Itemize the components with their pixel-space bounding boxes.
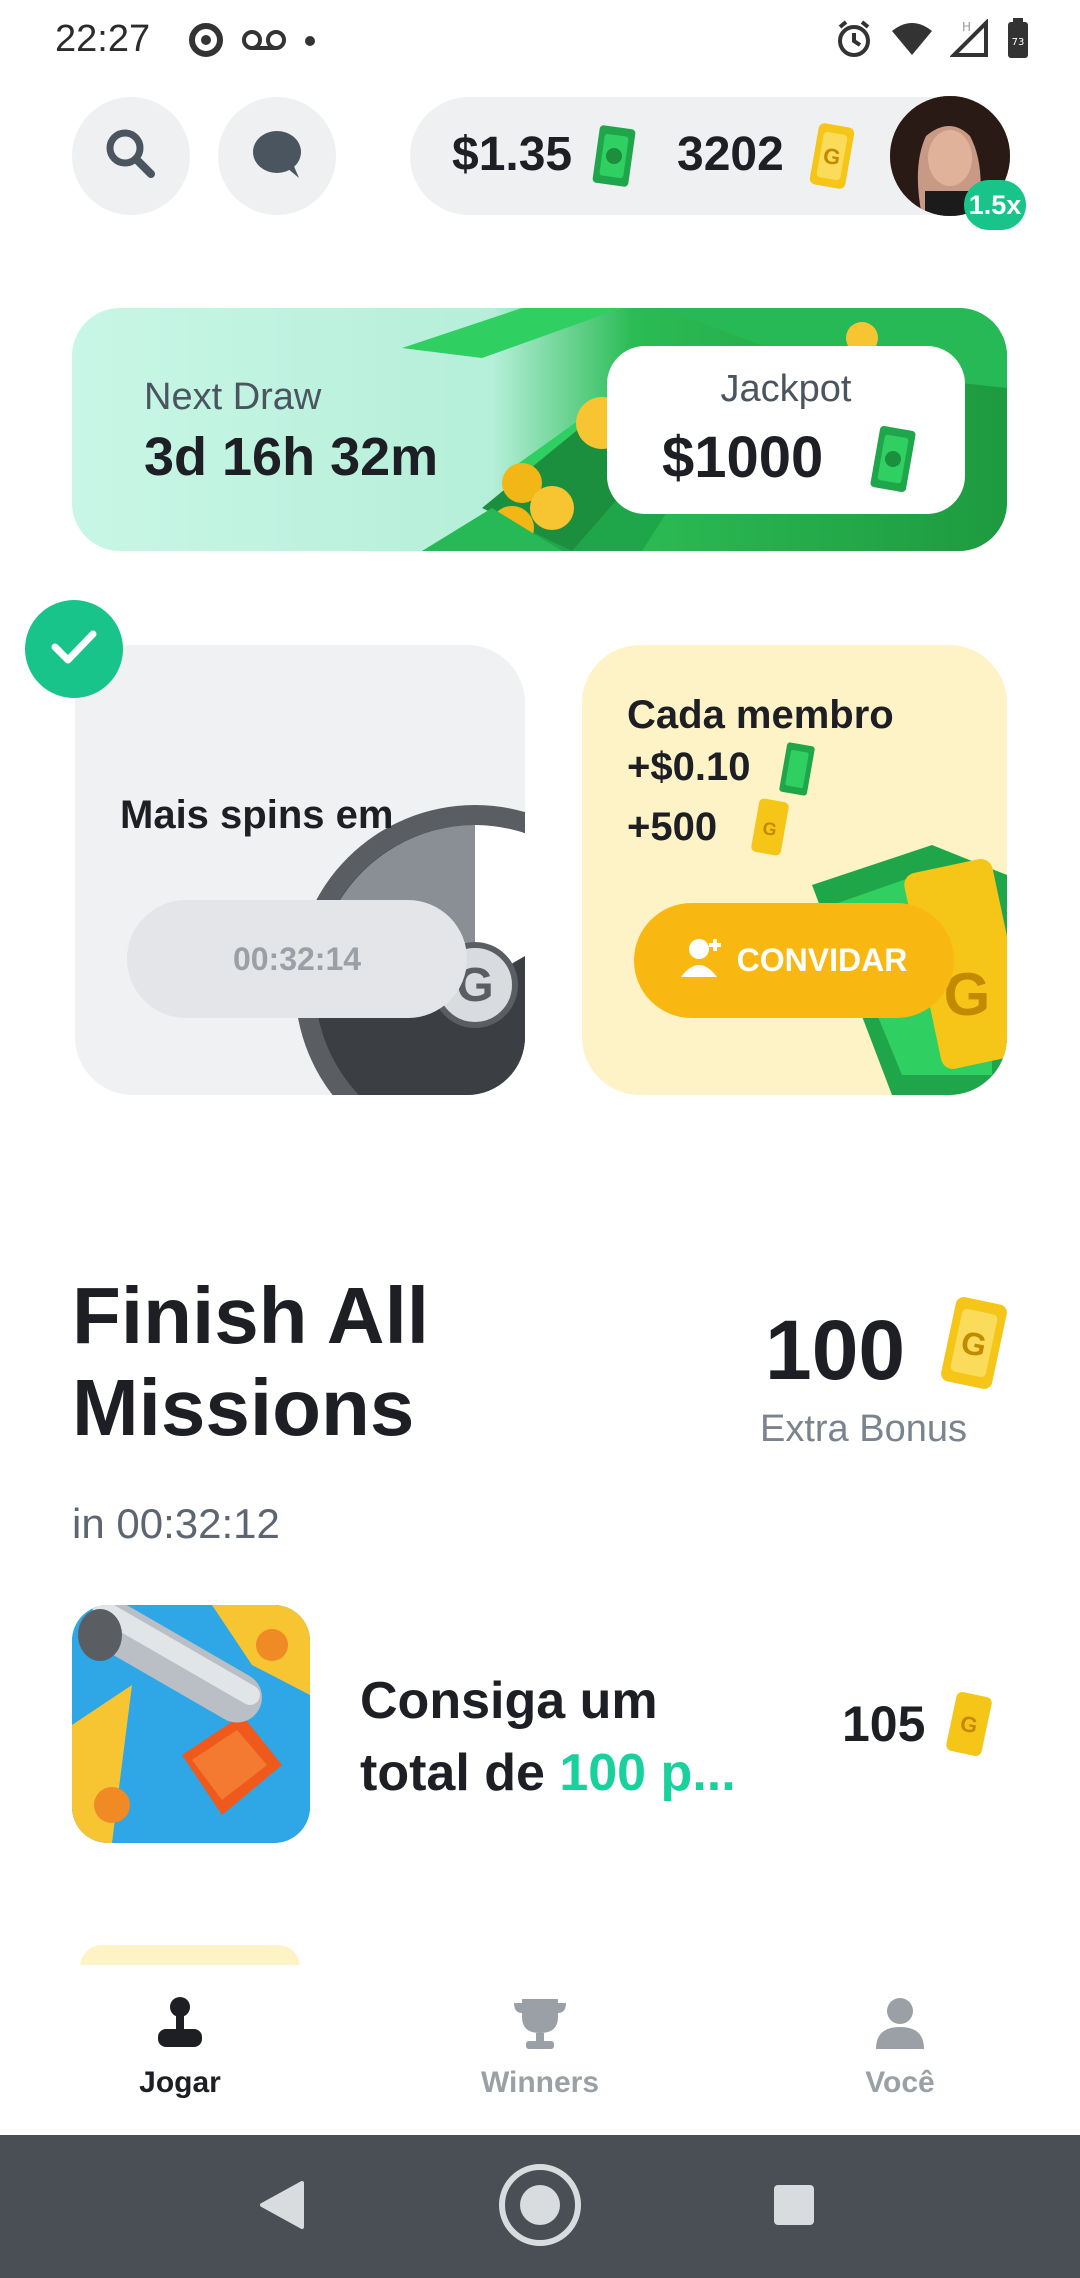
spin-card[interactable]: G Mais spins em 00:32:14 — [75, 645, 525, 1095]
cash-balance: $1.35 — [452, 128, 573, 181]
invite-button[interactable]: CONVIDAR — [634, 903, 954, 1018]
chat-bubble-icon — [247, 124, 307, 189]
home-button[interactable] — [496, 2163, 584, 2251]
cell-signal-icon: H — [949, 18, 990, 64]
alarm-icon — [834, 19, 874, 64]
invite-card[interactable]: G Cada membro +$0.10 +500 G CONVIDAR — [582, 645, 1007, 1095]
wifi-icon — [890, 21, 934, 62]
search-icon — [101, 124, 161, 189]
mission-game-thumbnail — [72, 1605, 310, 1843]
notification-dot-icon — [304, 34, 316, 52]
extra-bonus-value: 100 — [765, 1303, 906, 1397]
svg-text:H: H — [962, 20, 971, 34]
cash-icon — [779, 741, 815, 802]
system-navigation-bar — [0, 2135, 1080, 2278]
person-icon — [872, 1995, 928, 2056]
jackpot-value: $1000 — [662, 425, 824, 490]
jackpot-banner[interactable]: Next Draw 3d 16h 32m Jackpot $1000 — [72, 308, 1007, 551]
voicemail-icon — [242, 28, 286, 57]
mission-item[interactable]: Consiga um total de 100 p... 105 G — [72, 1605, 1007, 1850]
multiplier-badge: 1.5x — [964, 180, 1026, 230]
extra-bonus-label: Extra Bonus — [760, 1408, 967, 1450]
status-time: 22:27 — [55, 18, 151, 60]
battery-icon: 73 — [1006, 18, 1030, 65]
search-button[interactable] — [72, 97, 190, 215]
svg-text:73: 73 — [1012, 37, 1025, 48]
home-circle-icon — [496, 2161, 584, 2254]
mission-text-line2: total de — [360, 1744, 560, 1802]
nav-label-jogar: Jogar — [139, 2066, 221, 2099]
next-draw-label: Next Draw — [144, 376, 322, 418]
jackpot-label: Jackpot — [720, 368, 852, 410]
invite-title: Cada membro — [627, 693, 894, 737]
status-bar: 22:27 H 73 — [0, 0, 1080, 80]
ticket-icon: G — [944, 1690, 994, 1763]
jackpot-box: Jackpot $1000 — [607, 346, 965, 514]
add-person-icon — [680, 935, 725, 987]
completed-check-badge — [25, 600, 123, 698]
chat-button[interactable] — [218, 97, 336, 215]
mission-reward: 105 — [842, 1696, 926, 1752]
recents-button[interactable] — [758, 2171, 830, 2243]
nav-tab-voce[interactable]: Você — [800, 1995, 1000, 2100]
spin-timer: 00:32:14 — [127, 900, 467, 1018]
ticket-balance: 3202 — [677, 128, 784, 181]
checkmark-icon — [49, 627, 99, 672]
invite-cash-reward: +$0.10 — [627, 745, 751, 789]
back-triangle-icon — [258, 2179, 306, 2236]
cash-icon — [869, 424, 917, 499]
record-icon — [188, 22, 224, 63]
invite-button-label: CONVIDAR — [736, 942, 908, 978]
mission-target: 100 p... — [559, 1744, 736, 1802]
bottom-navigation: Jogar Winners Você — [0, 1965, 1080, 2135]
cash-icon — [590, 123, 638, 194]
ticket-icon: G — [938, 1295, 1010, 1396]
nav-tab-winners[interactable]: Winners — [440, 1995, 640, 2100]
next-mission-item[interactable] — [80, 1945, 300, 1967]
ticket-icon: G — [750, 797, 790, 862]
ticket-icon: G — [806, 121, 858, 196]
trophy-icon — [510, 1995, 570, 2056]
next-draw-countdown: 3d 16h 32m — [144, 427, 439, 487]
spin-card-title: Mais spins em — [120, 793, 394, 837]
nav-tab-jogar[interactable]: Jogar — [80, 1995, 280, 2100]
invite-ticket-reward: +500 — [627, 805, 718, 849]
nav-label-voce: Você — [865, 2066, 935, 2099]
mission-text-line1: Consiga um — [360, 1672, 658, 1730]
back-button[interactable] — [246, 2171, 318, 2243]
missions-timer: in 00:32:12 — [72, 1500, 280, 1547]
mission-description: Consiga um total de 100 p... — [360, 1665, 736, 1809]
missions-title: Finish All Missions — [72, 1271, 430, 1452]
joystick-icon — [152, 1995, 208, 2056]
nav-label-winners: Winners — [480, 2066, 600, 2099]
recents-square-icon — [770, 2181, 818, 2234]
